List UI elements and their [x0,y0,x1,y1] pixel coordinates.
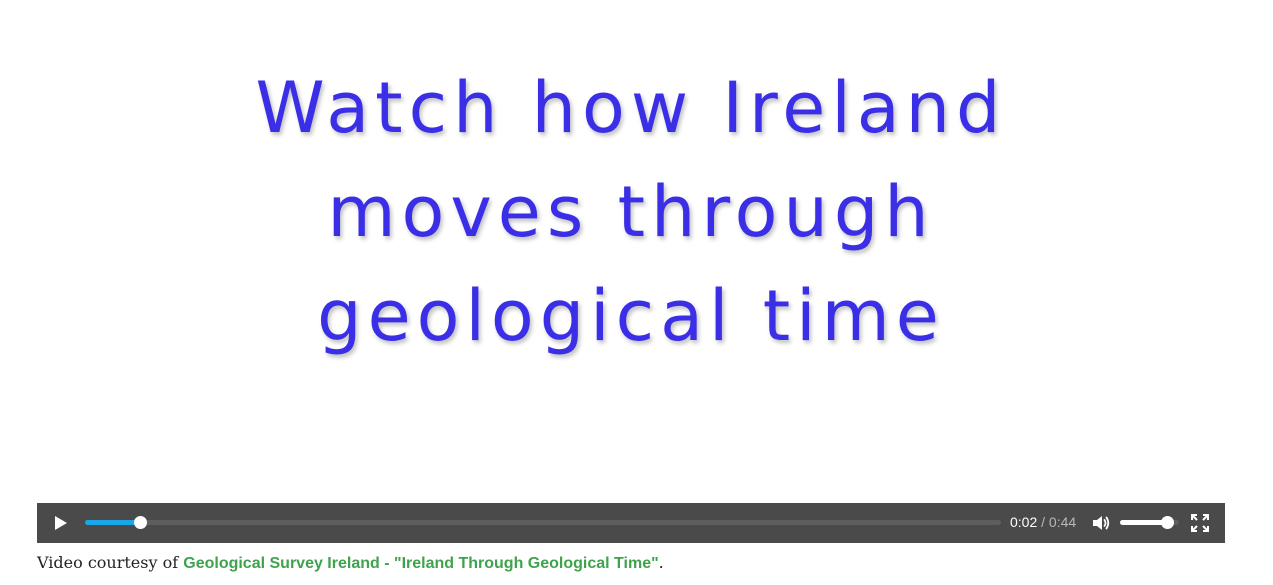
fullscreen-icon [1191,514,1209,532]
play-icon [55,516,67,530]
volume-handle[interactable] [1161,516,1175,529]
progress-fill [85,520,140,525]
title-line-1: Watch how Ireland [255,67,1007,149]
video-frame[interactable]: Watch how Ireland moves through geologic… [37,0,1225,503]
video-caption: Video courtesy of Geological Survey Irel… [37,553,664,573]
progress-handle[interactable] [133,516,147,529]
progress-bar[interactable] [85,516,1001,529]
time-display: 0:02 / 0:44 [1010,514,1076,530]
video-controls-bar: 0:02 / 0:44 [37,503,1225,543]
duration: 0:44 [1048,514,1077,530]
mute-button[interactable] [1091,513,1111,533]
title-line-2: moves through [327,171,935,253]
current-time: 0:02 [1010,514,1038,530]
caption-prefix: Video courtesy of [37,553,184,572]
caption-source-link[interactable]: Geological Survey Ireland - "Ireland Thr… [183,555,658,572]
play-button[interactable] [51,513,71,533]
video-title-overlay: Watch how Ireland moves through geologic… [37,56,1225,368]
fullscreen-button[interactable] [1191,514,1209,532]
time-separator: / [1041,514,1046,530]
volume-slider[interactable] [1120,516,1179,529]
volume-fill [1120,520,1168,525]
caption-suffix: . [658,553,664,572]
title-line-3: geological time [317,275,945,357]
volume-icon [1093,516,1110,530]
